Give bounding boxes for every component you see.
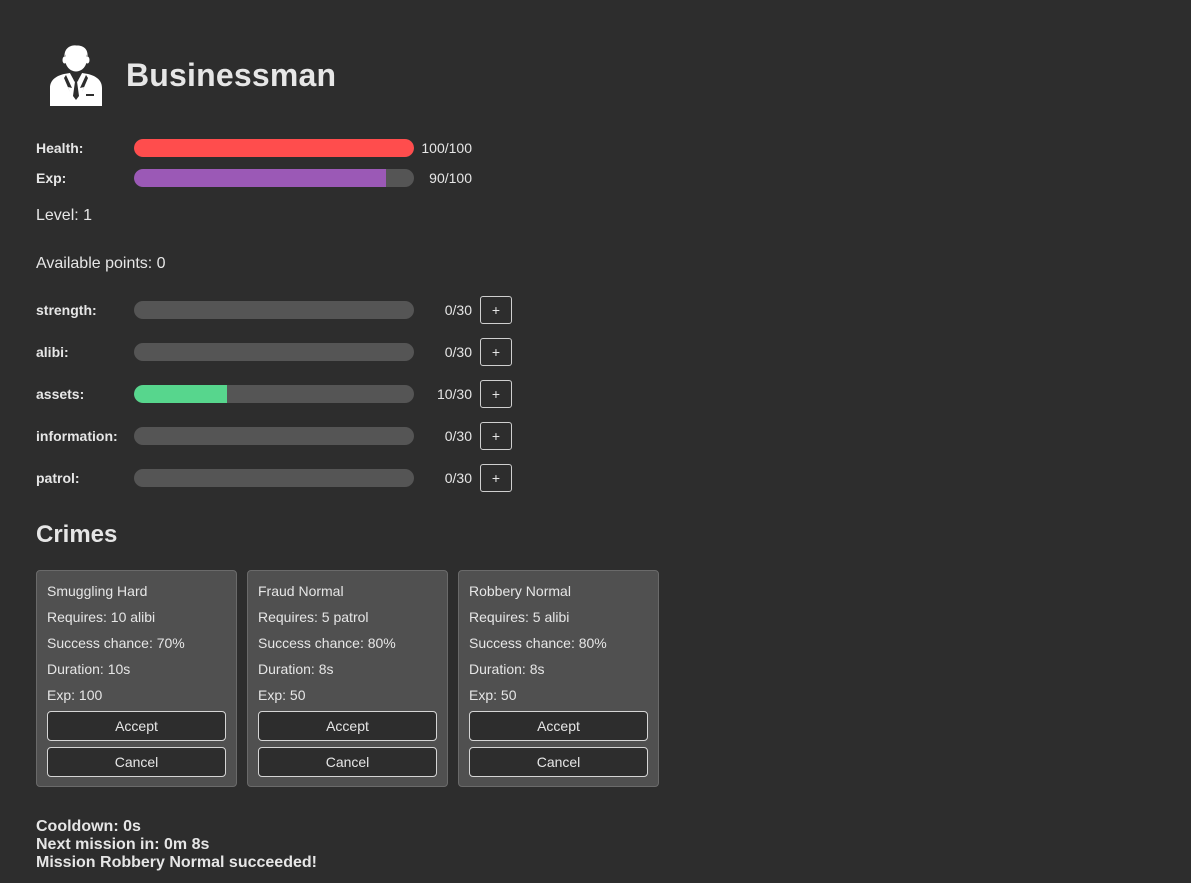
businessman-icon [50, 45, 102, 106]
character-header: Businessman [48, 44, 336, 106]
cancel-button[interactable]: Cancel [258, 747, 437, 777]
attribute-bar-fill [134, 385, 228, 403]
available-points-text: Available points: 0 [36, 255, 166, 272]
exp-bar [134, 169, 414, 187]
accept-button[interactable]: Accept [47, 711, 226, 741]
increase-patrol-button[interactable]: + [480, 464, 512, 492]
cooldown-text: Cooldown: 0s [36, 818, 141, 835]
attribute-bar [134, 385, 414, 403]
crime-card-fraud: Fraud Normal Requires: 5 patrol Success … [247, 570, 448, 787]
attribute-label: strength: [36, 302, 97, 318]
attribute-value: 0/30 [444, 344, 472, 360]
level-text: Level: 1 [36, 207, 93, 224]
attribute-bar [134, 427, 414, 445]
crime-name: Fraud Normal [258, 583, 344, 599]
attribute-bar [134, 343, 414, 361]
increase-information-button[interactable]: + [480, 422, 512, 450]
health-label: Health: [36, 140, 84, 156]
increase-strength-button[interactable]: + [480, 296, 512, 324]
crime-name: Robbery Normal [469, 583, 571, 599]
next-mission-text: Next mission in: 0m 8s [36, 836, 210, 853]
attribute-row-strength: strength: 0/30 + [36, 296, 512, 324]
crime-exp: Exp: 100 [47, 687, 103, 703]
attribute-label: assets: [36, 386, 85, 402]
accept-button[interactable]: Accept [469, 711, 648, 741]
exp-bar-fill [134, 169, 386, 187]
attribute-value: 0/30 [444, 302, 472, 318]
accept-button[interactable]: Accept [258, 711, 437, 741]
crime-exp: Exp: 50 [469, 687, 517, 703]
crime-success-chance: Success chance: 80% [258, 635, 396, 651]
attribute-row-information: information: 0/30 + [36, 422, 512, 450]
attribute-label: information: [36, 428, 118, 444]
character-title: Businessman [126, 56, 337, 93]
crime-exp: Exp: 50 [258, 687, 306, 703]
crime-duration: Duration: 10s [47, 661, 131, 677]
attribute-value: 0/30 [444, 428, 472, 444]
attribute-label: patrol: [36, 470, 80, 486]
exp-row: Exp: 90/100 [36, 168, 472, 188]
health-row: Health: 100/100 [36, 138, 472, 158]
exp-label: Exp: [36, 170, 67, 186]
crime-card-robbery: Robbery Normal Requires: 5 alibi Success… [458, 570, 659, 787]
increase-alibi-button[interactable]: + [480, 338, 512, 366]
crime-name: Smuggling Hard [47, 583, 148, 599]
attribute-row-alibi: alibi: 0/30 + [36, 338, 512, 366]
attribute-label: alibi: [36, 344, 69, 360]
crime-duration: Duration: 8s [469, 661, 545, 677]
crime-success-chance: Success chance: 70% [47, 635, 185, 651]
crime-success-chance: Success chance: 80% [469, 635, 607, 651]
crime-duration: Duration: 8s [258, 661, 334, 677]
crime-cards: Smuggling Hard Requires: 10 alibi Succes… [36, 570, 669, 787]
cancel-button[interactable]: Cancel [469, 747, 648, 777]
attribute-row-patrol: patrol: 0/30 + [36, 464, 512, 492]
crime-card-smuggling: Smuggling Hard Requires: 10 alibi Succes… [36, 570, 237, 787]
crimes-heading: Crimes [36, 521, 118, 548]
status-panel: Cooldown: 0s Next mission in: 0m 8s Miss… [36, 818, 317, 872]
increase-assets-button[interactable]: + [480, 380, 512, 408]
cancel-button[interactable]: Cancel [47, 747, 226, 777]
attribute-bar [134, 469, 414, 487]
attribute-value: 10/30 [436, 386, 472, 402]
health-bar [134, 139, 414, 157]
crime-requires: Requires: 5 alibi [469, 609, 570, 625]
health-value: 100/100 [421, 140, 472, 156]
mission-result-message: Mission Robbery Normal succeeded! [36, 854, 317, 871]
crime-requires: Requires: 10 alibi [47, 609, 156, 625]
attribute-bar [134, 301, 414, 319]
attribute-row-assets: assets: 10/30 + [36, 380, 512, 408]
health-bar-fill [134, 139, 414, 157]
attribute-value: 0/30 [444, 470, 472, 486]
exp-value: 90/100 [429, 170, 472, 186]
crime-requires: Requires: 5 patrol [258, 609, 369, 625]
